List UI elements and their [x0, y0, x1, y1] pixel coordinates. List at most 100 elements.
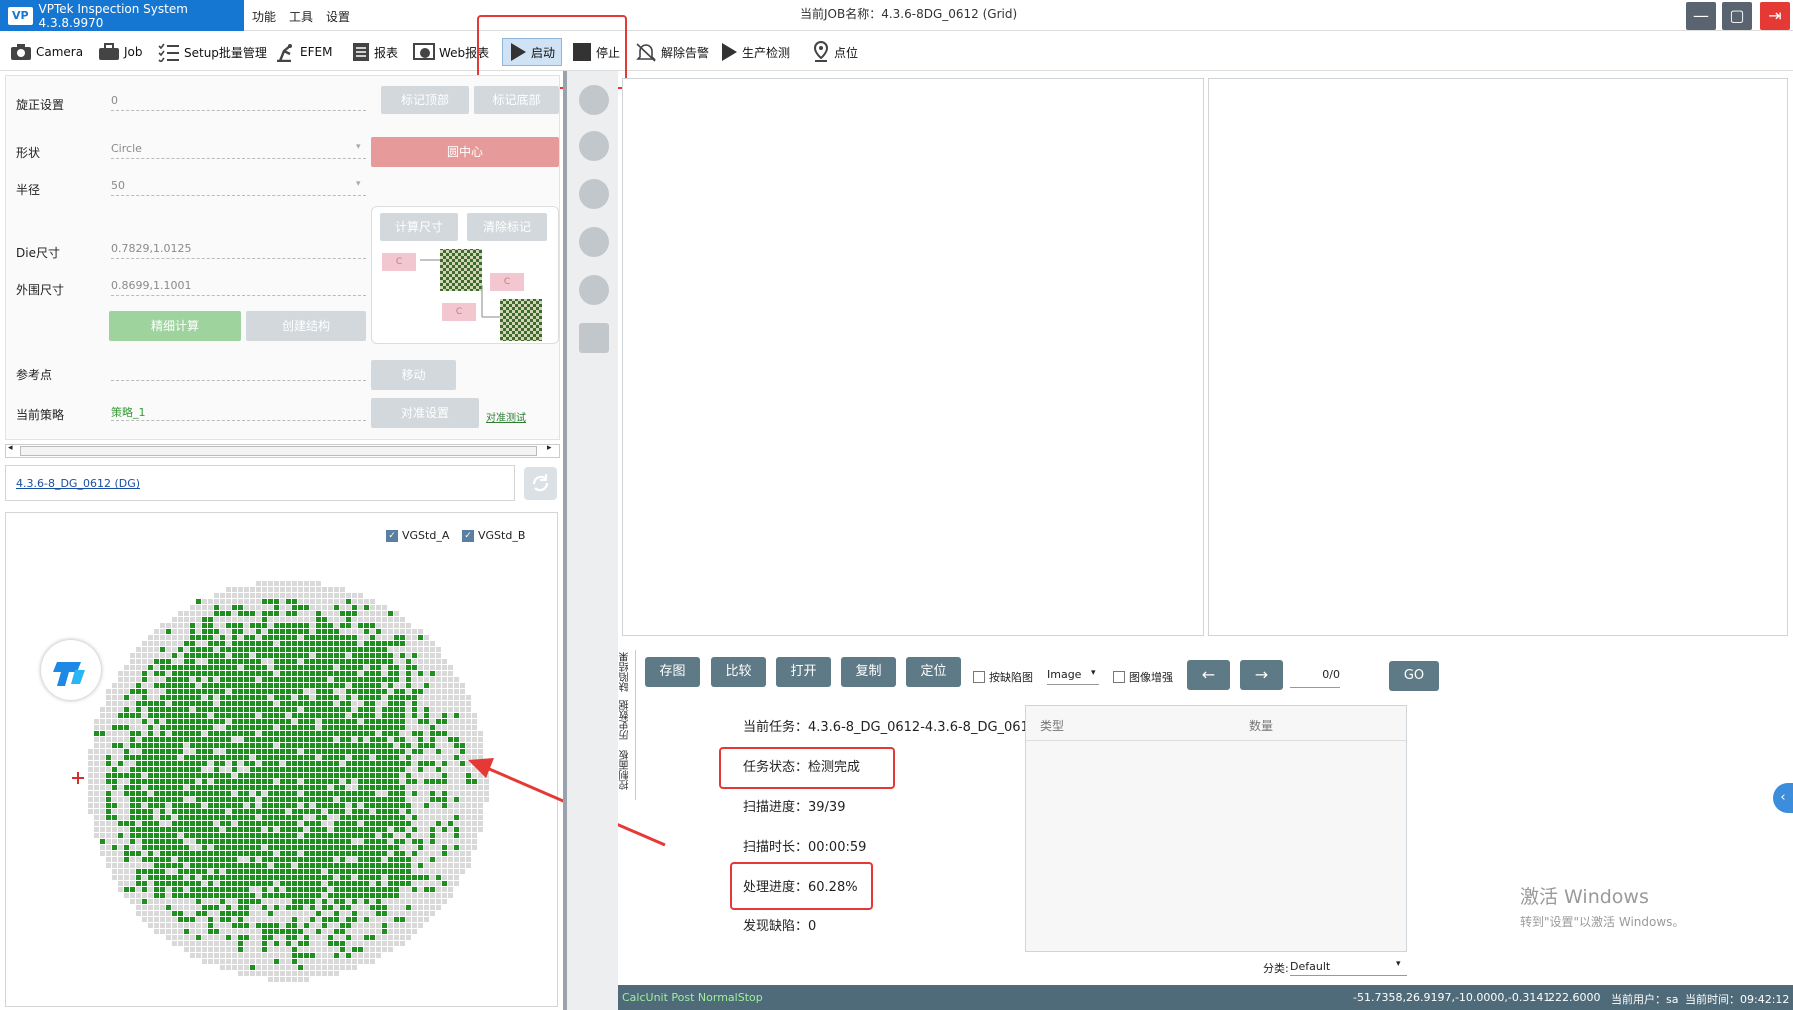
- grid-icon[interactable]: [579, 131, 609, 161]
- die-cell: [196, 797, 201, 802]
- wafer-icon[interactable]: [579, 179, 609, 209]
- open-button[interactable]: 打开: [776, 657, 831, 687]
- compare-button[interactable]: 比较: [711, 657, 766, 687]
- scroll-left-icon[interactable]: ◂: [8, 443, 13, 453]
- outer-size-field[interactable]: 0.8699,1.1001: [111, 276, 366, 296]
- enhance-checkbox[interactable]: 图像增强: [1113, 669, 1173, 685]
- next-button[interactable]: →: [1240, 660, 1283, 690]
- menu-function[interactable]: 功能: [252, 8, 276, 25]
- category-select[interactable]: Default ▾: [1290, 956, 1407, 976]
- assistant-floating-icon[interactable]: [41, 640, 101, 700]
- mark-bottom-button[interactable]: 标记底部: [474, 86, 559, 114]
- die-cell: [154, 905, 159, 910]
- tab-defect-results[interactable]: 缺陷结果: [618, 652, 634, 692]
- die-cell: [214, 629, 219, 634]
- die-cell: [232, 701, 237, 706]
- die-cell: [370, 881, 375, 886]
- go-button[interactable]: GO: [1389, 661, 1439, 691]
- die-cell: [370, 635, 375, 640]
- die-cell: [190, 803, 195, 808]
- menu-settings[interactable]: 设置: [326, 8, 350, 25]
- die-cell: [118, 863, 123, 868]
- image-select[interactable]: Image ▾: [1047, 665, 1099, 685]
- die-cell: [196, 869, 201, 874]
- die-cell: [322, 971, 327, 976]
- production-button[interactable]: 生产检测: [720, 38, 790, 66]
- minimize-button[interactable]: —: [1686, 2, 1716, 30]
- die-cell: [172, 821, 177, 826]
- shape-select[interactable]: Circle: [111, 139, 366, 159]
- image-view-right[interactable]: [1208, 78, 1788, 636]
- die-cell: [406, 887, 411, 892]
- maximize-button[interactable]: ▢: [1722, 2, 1752, 30]
- die-cell: [166, 707, 171, 712]
- ref-point-field[interactable]: [111, 361, 366, 381]
- tab-history[interactable]: 历史数据: [618, 700, 634, 740]
- collapse-panel-button[interactable]: ‹: [1773, 783, 1793, 813]
- die-cell: [394, 899, 399, 904]
- horizontal-scrollbar[interactable]: ◂ ▸: [5, 443, 560, 458]
- job-button[interactable]: Job: [98, 38, 143, 66]
- die-cell: [304, 581, 309, 586]
- list-icon[interactable]: [579, 323, 609, 353]
- circle-center-button[interactable]: 圆中心: [371, 137, 559, 167]
- die-cell: [364, 707, 369, 712]
- die-cell: [400, 725, 405, 730]
- calc-size-button[interactable]: 计算尺寸: [380, 213, 458, 241]
- die-cell: [376, 815, 381, 820]
- prev-button[interactable]: ←: [1187, 660, 1230, 690]
- fine-calc-button[interactable]: 精细计算: [109, 311, 241, 341]
- move-button[interactable]: 移动: [371, 360, 456, 390]
- align-setting-button[interactable]: 对准设置: [371, 398, 479, 428]
- rotation-field[interactable]: 0: [111, 91, 366, 111]
- align-test-link[interactable]: 对准测试: [486, 409, 526, 424]
- mark-top-button[interactable]: 标记顶部: [381, 86, 469, 114]
- locate-button[interactable]: 定位: [906, 657, 961, 687]
- clear-alarm-button[interactable]: 解除告警: [635, 38, 709, 66]
- point-button[interactable]: 点位: [812, 38, 858, 66]
- die-size-field[interactable]: 0.7829,1.0125: [111, 239, 366, 259]
- capture-icon[interactable]: [579, 85, 609, 115]
- copy-button[interactable]: 复制: [841, 657, 896, 687]
- die-cell: [160, 701, 165, 706]
- measure-icon[interactable]: [579, 227, 609, 257]
- die-cell: [190, 605, 195, 610]
- die-cell: [388, 647, 393, 652]
- image-icon[interactable]: [579, 275, 609, 305]
- scroll-right-icon[interactable]: ▸: [547, 443, 552, 453]
- die-cell: [310, 821, 315, 826]
- efem-button[interactable]: EFEM: [274, 38, 332, 66]
- die-cell: [184, 677, 189, 682]
- die-cell: [88, 779, 93, 784]
- die-cell: [262, 707, 267, 712]
- scrollbar-thumb[interactable]: [20, 446, 537, 456]
- die-cell: [178, 821, 183, 826]
- setup-button[interactable]: Setup批量管理: [158, 38, 267, 66]
- die-cell: [364, 953, 369, 958]
- refresh-button[interactable]: [524, 467, 557, 500]
- save-image-button[interactable]: 存图: [645, 657, 700, 687]
- die-cell: [352, 791, 357, 796]
- strategy-field[interactable]: 策略_1: [111, 401, 366, 421]
- exit-button[interactable]: ⇥: [1760, 2, 1790, 30]
- die-cell: [130, 881, 135, 886]
- die-cell: [346, 947, 351, 952]
- die-cell: [178, 839, 183, 844]
- clear-mark-button[interactable]: 清除标记: [467, 213, 547, 241]
- by-defect-checkbox[interactable]: 按缺陷图: [973, 669, 1033, 685]
- report-button[interactable]: 报表: [352, 38, 398, 66]
- die-cell: [160, 923, 165, 928]
- die-cell: [202, 683, 207, 688]
- die-cell: [358, 791, 363, 796]
- job-link[interactable]: 4.3.6-8_DG_0612 (DG): [16, 477, 140, 490]
- camera-button[interactable]: Camera: [10, 38, 83, 66]
- tab-control-panel[interactable]: 控制面板: [618, 750, 634, 790]
- image-view-left[interactable]: [622, 78, 1204, 636]
- die-cell: [268, 689, 273, 694]
- menu-tools[interactable]: 工具: [289, 8, 313, 25]
- create-struct-button[interactable]: 创建结构: [246, 311, 366, 341]
- die-cell: [430, 911, 435, 916]
- die-cell: [208, 863, 213, 868]
- die-cell: [424, 875, 429, 880]
- radius-select[interactable]: 50: [111, 176, 366, 196]
